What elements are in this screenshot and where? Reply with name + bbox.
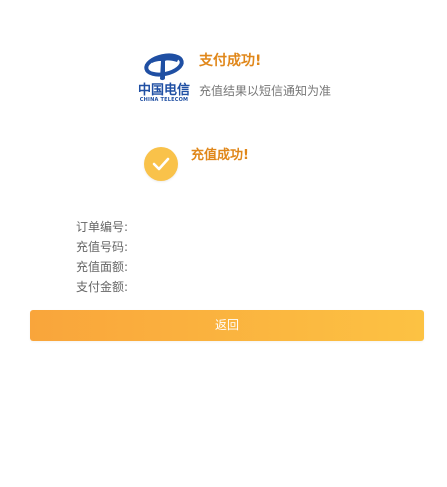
- checkmark-icon: [152, 157, 170, 171]
- denomination-label: 充值面额:: [76, 260, 129, 274]
- recharge-success-title: 充值成功!: [191, 148, 249, 163]
- detail-row-denomination: 充值面额:: [76, 257, 376, 277]
- order-number-label: 订单编号:: [76, 220, 129, 234]
- return-button[interactable]: 返回: [30, 310, 424, 341]
- detail-row-order-number: 订单编号:: [76, 217, 376, 237]
- payment-success-subtitle: 充值结果以短信通知为准: [199, 84, 332, 98]
- detail-row-paid-amount: 支付金额:: [76, 277, 376, 297]
- logo-english-text: CHINA TELECOM: [139, 97, 189, 103]
- order-details: 订单编号: 充值号码: 充值面额: 支付金额:: [76, 217, 376, 297]
- phone-number-label: 充值号码:: [76, 240, 129, 254]
- paid-amount-label: 支付金额:: [76, 280, 129, 294]
- payment-success-title: 支付成功!: [199, 53, 262, 69]
- logo-chinese-text: 中国电信: [138, 83, 191, 98]
- china-telecom-logo: 中国电信 CHINA TELECOM: [138, 50, 191, 103]
- payment-header: 中国电信 CHINA TELECOM 支付成功! 充值结果以短信通知为准: [138, 44, 418, 108]
- detail-row-phone-number: 充值号码:: [76, 237, 376, 257]
- success-check-badge: [144, 147, 178, 181]
- china-telecom-emblem-icon: [144, 53, 184, 81]
